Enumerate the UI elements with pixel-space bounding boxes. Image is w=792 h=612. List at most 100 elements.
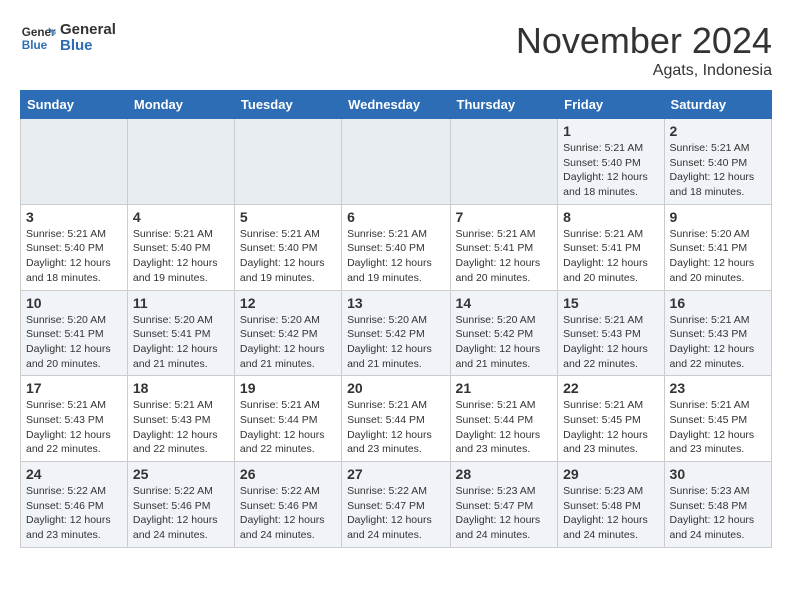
day-info: Sunrise: 5:22 AM Sunset: 5:47 PM Dayligh… — [347, 484, 444, 543]
day-info: Sunrise: 5:22 AM Sunset: 5:46 PM Dayligh… — [133, 484, 229, 543]
day-info: Sunrise: 5:23 AM Sunset: 5:48 PM Dayligh… — [670, 484, 766, 543]
day-info: Sunrise: 5:23 AM Sunset: 5:47 PM Dayligh… — [456, 484, 553, 543]
calendar-cell: 2 Sunrise: 5:21 AM Sunset: 5:40 PM Daylig… — [664, 119, 771, 205]
calendar-cell: 11 Sunrise: 5:20 AM Sunset: 5:41 PM Dayli… — [127, 290, 234, 376]
day-info: Sunrise: 5:20 AM Sunset: 5:41 PM Dayligh… — [26, 313, 122, 372]
location: Agats, Indonesia — [516, 62, 772, 80]
calendar-cell — [127, 119, 234, 205]
day-info: Sunrise: 5:21 AM Sunset: 5:44 PM Dayligh… — [347, 398, 444, 457]
calendar-cell: 15Sunrise: 5:21 AM Sunset: 5:43 PM Dayli… — [558, 290, 664, 376]
day-info: Sunrise: 5:20 AM Sunset: 5:42 PM Dayligh… — [347, 313, 444, 372]
day-number: 8 — [563, 209, 658, 225]
day-number: 21 — [456, 380, 553, 396]
day-info: Sunrise: 5:21 AM Sunset: 5:40 PM Dayligh… — [240, 227, 336, 286]
calendar-week-row: 17Sunrise: 5:21 AM Sunset: 5:43 PM Dayli… — [21, 376, 772, 462]
calendar-cell: 12 Sunrise: 5:20 AM Sunset: 5:42 PM Dayli… — [234, 290, 341, 376]
calendar-cell — [21, 119, 128, 205]
weekday-header: Sunday — [21, 91, 128, 119]
weekday-header: Wednesday — [342, 91, 450, 119]
day-number: 2 — [670, 123, 766, 139]
day-info: Sunrise: 5:21 AM Sunset: 5:44 PM Dayligh… — [240, 398, 336, 457]
day-number: 16 — [670, 295, 766, 311]
day-number: 28 — [456, 466, 553, 482]
calendar-cell: 9Sunrise: 5:20 AM Sunset: 5:41 PM Daylig… — [664, 204, 771, 290]
calendar-cell: 18 Sunrise: 5:21 AM Sunset: 5:43 PM Dayli… — [127, 376, 234, 462]
calendar: SundayMondayTuesdayWednesdayThursdayFrid… — [20, 90, 772, 548]
day-info: Sunrise: 5:21 AM Sunset: 5:43 PM Dayligh… — [563, 313, 658, 372]
day-info: Sunrise: 5:21 AM Sunset: 5:45 PM Dayligh… — [563, 398, 658, 457]
day-info: Sunrise: 5:21 AM Sunset: 5:45 PM Dayligh… — [670, 398, 766, 457]
day-number: 24 — [26, 466, 122, 482]
day-info: Sunrise: 5:21 AM Sunset: 5:43 PM Dayligh… — [670, 313, 766, 372]
day-info: Sunrise: 5:21 AM Sunset: 5:40 PM Dayligh… — [133, 227, 229, 286]
calendar-cell: 27Sunrise: 5:22 AM Sunset: 5:47 PM Dayli… — [342, 462, 450, 548]
calendar-week-row: 3 Sunrise: 5:21 AM Sunset: 5:40 PM Daylig… — [21, 204, 772, 290]
day-number: 29 — [563, 466, 658, 482]
day-number: 18 — [133, 380, 229, 396]
calendar-cell: 3 Sunrise: 5:21 AM Sunset: 5:40 PM Daylig… — [21, 204, 128, 290]
day-number: 9 — [670, 209, 766, 225]
calendar-cell: 4Sunrise: 5:21 AM Sunset: 5:40 PM Daylig… — [127, 204, 234, 290]
calendar-cell — [450, 119, 558, 205]
calendar-cell: 26Sunrise: 5:22 AM Sunset: 5:46 PM Dayli… — [234, 462, 341, 548]
day-info: Sunrise: 5:20 AM Sunset: 5:42 PM Dayligh… — [240, 313, 336, 372]
day-number: 11 — [133, 295, 229, 311]
calendar-cell: 14Sunrise: 5:20 AM Sunset: 5:42 PM Dayli… — [450, 290, 558, 376]
day-info: Sunrise: 5:21 AM Sunset: 5:43 PM Dayligh… — [133, 398, 229, 457]
calendar-cell: 16 Sunrise: 5:21 AM Sunset: 5:43 PM Dayli… — [664, 290, 771, 376]
day-number: 22 — [563, 380, 658, 396]
day-number: 7 — [456, 209, 553, 225]
calendar-cell: 30 Sunrise: 5:23 AM Sunset: 5:48 PM Dayli… — [664, 462, 771, 548]
calendar-cell: 24 Sunrise: 5:22 AM Sunset: 5:46 PM Dayli… — [21, 462, 128, 548]
calendar-cell: 23 Sunrise: 5:21 AM Sunset: 5:45 PM Dayli… — [664, 376, 771, 462]
day-number: 1 — [563, 123, 658, 139]
day-info: Sunrise: 5:20 AM Sunset: 5:42 PM Dayligh… — [456, 313, 553, 372]
weekday-header: Friday — [558, 91, 664, 119]
calendar-cell: 21 Sunrise: 5:21 AM Sunset: 5:44 PM Dayli… — [450, 376, 558, 462]
day-info: Sunrise: 5:22 AM Sunset: 5:46 PM Dayligh… — [240, 484, 336, 543]
day-number: 12 — [240, 295, 336, 311]
svg-text:General: General — [22, 26, 56, 39]
day-info: Sunrise: 5:21 AM Sunset: 5:40 PM Dayligh… — [26, 227, 122, 286]
day-info: Sunrise: 5:21 AM Sunset: 5:40 PM Dayligh… — [670, 141, 766, 200]
calendar-cell: 5 Sunrise: 5:21 AM Sunset: 5:40 PM Daylig… — [234, 204, 341, 290]
weekday-header: Monday — [127, 91, 234, 119]
day-number: 23 — [670, 380, 766, 396]
calendar-cell: 22 Sunrise: 5:21 AM Sunset: 5:45 PM Dayli… — [558, 376, 664, 462]
weekday-header: Tuesday — [234, 91, 341, 119]
day-info: Sunrise: 5:23 AM Sunset: 5:48 PM Dayligh… — [563, 484, 658, 543]
day-number: 19 — [240, 380, 336, 396]
calendar-cell: 20Sunrise: 5:21 AM Sunset: 5:44 PM Dayli… — [342, 376, 450, 462]
calendar-cell: 7 Sunrise: 5:21 AM Sunset: 5:41 PM Daylig… — [450, 204, 558, 290]
day-info: Sunrise: 5:21 AM Sunset: 5:44 PM Dayligh… — [456, 398, 553, 457]
day-info: Sunrise: 5:20 AM Sunset: 5:41 PM Dayligh… — [133, 313, 229, 372]
day-info: Sunrise: 5:21 AM Sunset: 5:41 PM Dayligh… — [563, 227, 658, 286]
calendar-week-row: 10Sunrise: 5:20 AM Sunset: 5:41 PM Dayli… — [21, 290, 772, 376]
calendar-cell: 8 Sunrise: 5:21 AM Sunset: 5:41 PM Daylig… — [558, 204, 664, 290]
day-number: 5 — [240, 209, 336, 225]
calendar-week-row: 24 Sunrise: 5:22 AM Sunset: 5:46 PM Dayli… — [21, 462, 772, 548]
logo-line2: Blue — [60, 38, 116, 55]
weekday-header: Saturday — [664, 91, 771, 119]
day-info: Sunrise: 5:21 AM Sunset: 5:41 PM Dayligh… — [456, 227, 553, 286]
logo: General Blue General Blue — [20, 20, 116, 56]
calendar-cell: 28 Sunrise: 5:23 AM Sunset: 5:47 PM Dayli… — [450, 462, 558, 548]
calendar-cell: 6Sunrise: 5:21 AM Sunset: 5:40 PM Daylig… — [342, 204, 450, 290]
calendar-cell: 10Sunrise: 5:20 AM Sunset: 5:41 PM Dayli… — [21, 290, 128, 376]
weekday-header: Thursday — [450, 91, 558, 119]
calendar-cell: 19 Sunrise: 5:21 AM Sunset: 5:44 PM Dayli… — [234, 376, 341, 462]
day-number: 3 — [26, 209, 122, 225]
day-number: 25 — [133, 466, 229, 482]
page-header: General Blue General Blue November 2024 … — [20, 20, 772, 80]
calendar-cell: 13 Sunrise: 5:20 AM Sunset: 5:42 PM Dayli… — [342, 290, 450, 376]
day-number: 6 — [347, 209, 444, 225]
calendar-cell — [342, 119, 450, 205]
day-number: 30 — [670, 466, 766, 482]
logo-line1: General — [60, 22, 116, 39]
day-info: Sunrise: 5:22 AM Sunset: 5:46 PM Dayligh… — [26, 484, 122, 543]
calendar-header-row: SundayMondayTuesdayWednesdayThursdayFrid… — [21, 91, 772, 119]
calendar-cell — [234, 119, 341, 205]
day-number: 13 — [347, 295, 444, 311]
month-title: November 2024 — [516, 20, 772, 62]
svg-text:Blue: Blue — [22, 39, 48, 52]
